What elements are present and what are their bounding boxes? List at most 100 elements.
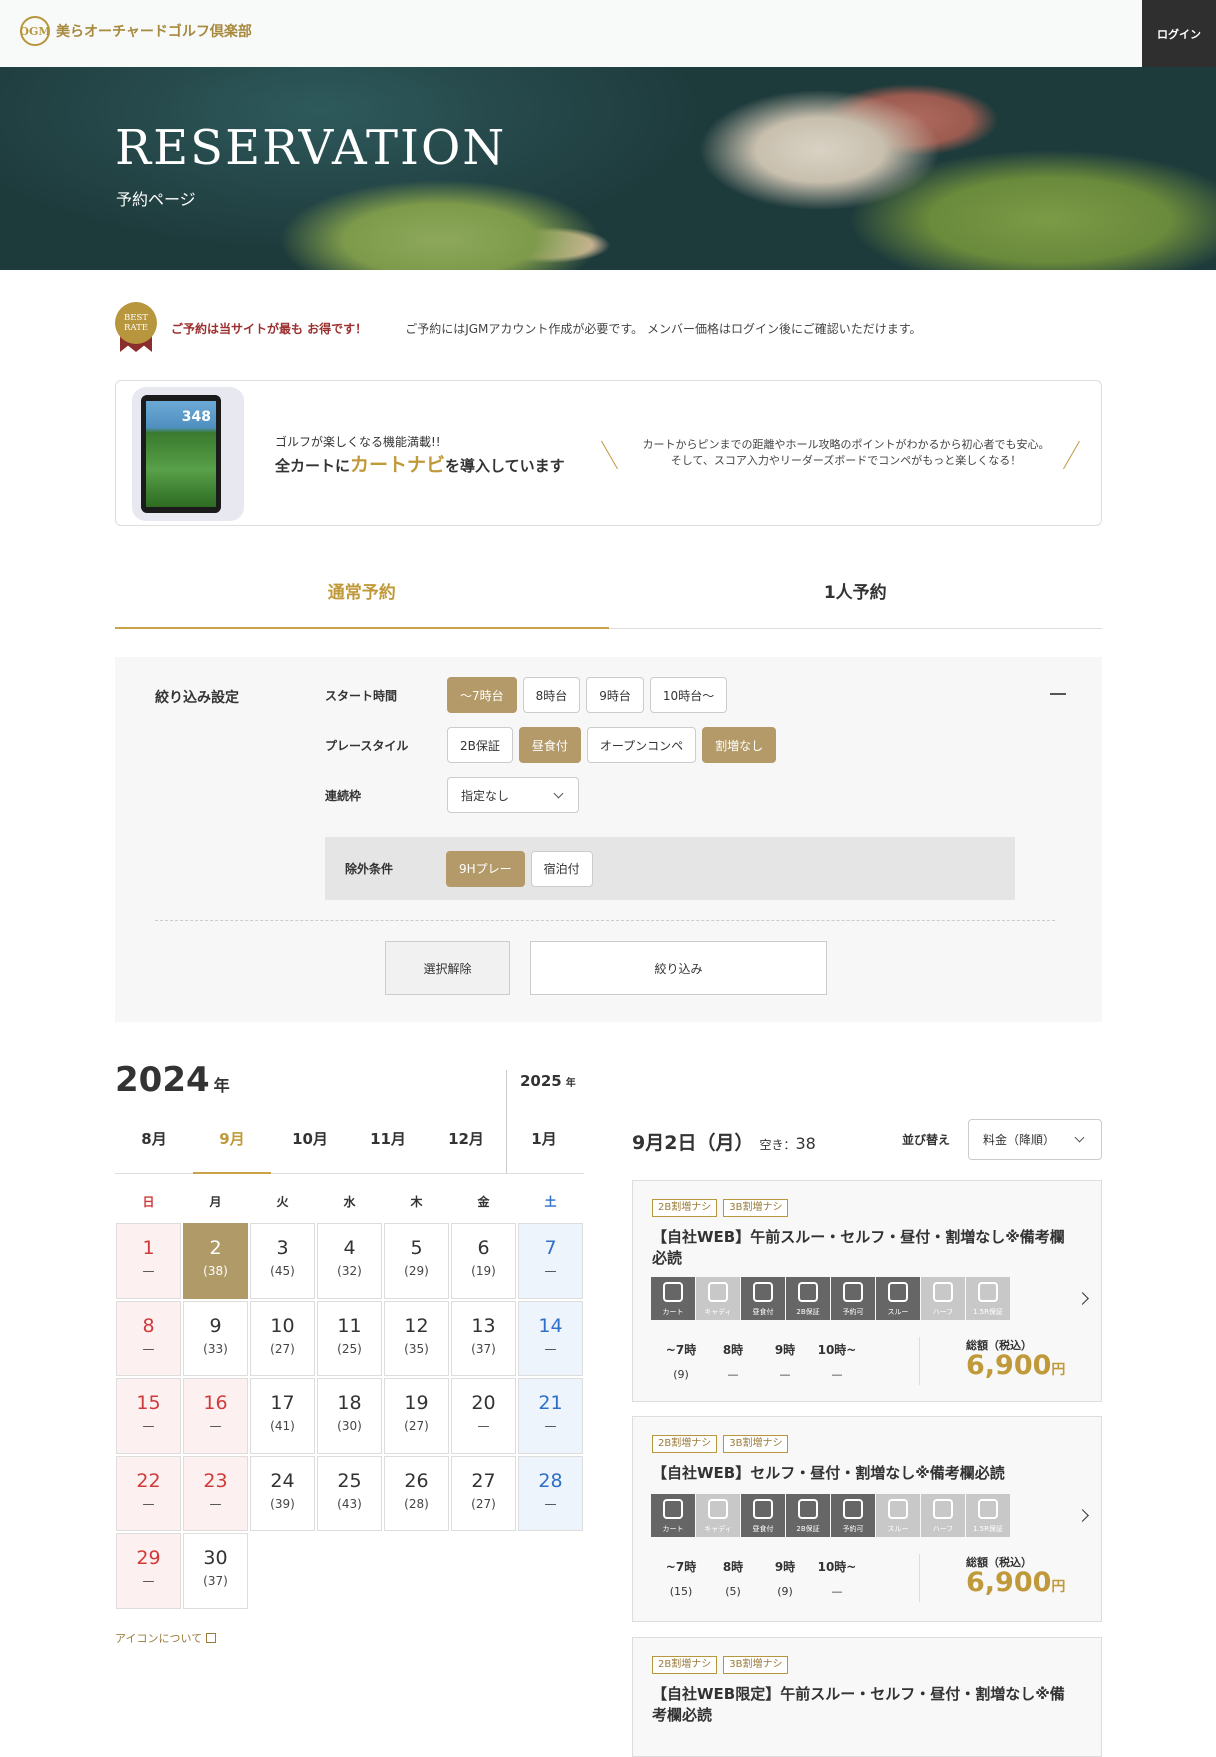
tab-single-reservation[interactable]: 1人予約 [609,574,1103,628]
time-slot-count: (9) [777,1585,793,1598]
best-rate-notice: BEST RATE ご予約は当サイトが最も お得です！ ご予約にはJGMアカウント… [115,302,922,354]
calendar-day[interactable]: 9 (33) [183,1300,248,1376]
calendar-day[interactable]: 6 (19) [451,1223,516,1299]
calendar-day[interactable]: 12 (35) [384,1300,449,1376]
time-slot[interactable]: 9時 (9) [759,1558,811,1598]
plan-feature-icon: 昼食付 [741,1277,785,1320]
calendar-day[interactable]: 26 (28) [384,1455,449,1531]
sort-select[interactable]: 料金（降順） [968,1119,1102,1160]
weekday-label: 火 [276,1195,289,1209]
start-time-chip[interactable]: 8時台 [522,677,581,713]
icon-info-text: アイコンについて [115,1632,203,1645]
play-style-chip[interactable]: 昼食付 [518,727,581,763]
month-tab[interactable]: 11月 [349,1118,427,1173]
time-slot[interactable]: 9時 — [759,1341,811,1381]
month-tab[interactable]: 12月 [427,1118,505,1173]
login-button[interactable]: ログイン [1142,0,1216,67]
day-number: 28 [538,1469,563,1492]
day-number: 5 [410,1237,423,1259]
calendar-day[interactable]: 30 (37) [183,1533,248,1609]
plan-tags: 2B割増ナシ 3B割増ナシ [652,1656,789,1674]
time-slot[interactable]: 10時~ — [811,1341,863,1381]
month-tab[interactable]: 1月 [505,1118,583,1173]
chevron-right-icon[interactable] [1076,1292,1089,1305]
time-slot[interactable]: ~7時 (15) [655,1558,707,1598]
calendar-day[interactable]: 13 (37) [451,1300,516,1376]
chevron-right-icon[interactable] [1076,1509,1089,1522]
selected-day-heading: 9月2日（月） 空き：38 [632,1128,816,1155]
month-tab[interactable]: 9月 [193,1118,271,1174]
calendar-day[interactable]: 11 (25) [317,1300,382,1376]
calendar-day[interactable]: 10 (27) [250,1300,315,1376]
day-availability: (37) [471,1341,496,1356]
time-slot[interactable]: 10時~ — [811,1558,863,1598]
calendar-day[interactable]: 16 — [183,1378,248,1454]
feature-glyph-icon [753,1499,773,1519]
calendar-day[interactable]: 15 — [116,1378,181,1454]
play-style-chip[interactable]: オープンコンペ [586,727,697,763]
apply-filter-button[interactable]: 絞り込み [530,941,827,995]
month-tab[interactable]: 8月 [115,1118,193,1173]
day-availability: — [209,1496,222,1511]
calendar-day[interactable]: 2 (38) [183,1223,248,1299]
calendar-day[interactable]: 22 — [116,1455,181,1531]
site-logo[interactable]: OGM 美らオーチャードゴルフ倶楽部 [19,16,252,46]
calendar-day[interactable]: 21 — [518,1378,583,1454]
calendar-day[interactable]: 3 (45) [250,1223,315,1299]
calendar-day[interactable]: 28 — [518,1455,583,1531]
plan-tag-badge: 2B割増ナシ [652,1199,718,1217]
calendar-day[interactable]: 27 (27) [451,1455,516,1531]
feature-glyph-icon [798,1499,818,1519]
calendar-day[interactable]: 19 (27) [384,1378,449,1454]
feature-label: ハーフ [932,1308,954,1316]
play-style-chip[interactable]: 2B保証 [447,727,513,763]
weekday-label: 金 [477,1195,490,1209]
plan-card[interactable]: 2B割増ナシ 3B割増ナシ 【自社WEB】午前スルー・セルフ・昼付・割増なし※備考欄… [632,1180,1102,1402]
consecutive-select[interactable]: 指定なし [447,777,579,813]
calendar-day[interactable]: 7— [518,1223,583,1299]
month-tab[interactable]: 10月 [271,1118,349,1173]
plan-time-slots: ~7時 (9) 8時 — 9時 — 10時~ — [655,1341,863,1381]
icon-info-link[interactable]: アイコンについて [115,1630,217,1646]
sort-label: 並び替え [902,1133,951,1147]
calendar-day[interactable]: 23 — [183,1455,248,1531]
plan-card[interactable]: 2B割増ナシ 3B割増ナシ 【自社WEB】セルフ・昼付・割増なし※備考欄必読 カート キ… [632,1416,1102,1622]
calendar-day[interactable]: 18 (30) [317,1378,382,1454]
calendar-day[interactable]: 25 (43) [317,1455,382,1531]
plan-card[interactable]: 2B割増ナシ 3B割増ナシ 【自社WEB限定】午前スルー・セルフ・昼付・割増なし※備… [632,1637,1102,1757]
start-time-chip[interactable]: 〜7時台 [447,677,517,713]
day-availability: — [142,1264,155,1278]
calendar-day[interactable]: 5 (29) [384,1223,449,1299]
consecutive-label: 連続枠 [325,788,362,803]
calendar-day[interactable]: 8— [116,1300,181,1376]
exclude-chip[interactable]: 宿泊付 [530,850,593,887]
start-time-chip[interactable]: 10時台〜 [649,677,728,713]
price-value: 6,900 [966,1567,1052,1598]
calendar-day[interactable]: 1— [116,1223,181,1299]
day-availability: (19) [471,1264,496,1278]
time-slot[interactable]: 8時 — [707,1341,759,1381]
day-number: 3 [276,1237,289,1259]
start-time-chip[interactable]: 9時台 [586,677,644,713]
weekday-label: 木 [410,1195,423,1209]
plan-tag-badge: 2B割増ナシ [652,1435,718,1453]
calendar-day[interactable]: 20 — [451,1378,516,1454]
clear-selection-button[interactable]: 選択解除 [385,941,510,995]
feature-glyph-icon [888,1499,908,1519]
day-number: 27 [471,1469,496,1492]
day-availability: (27) [270,1341,295,1356]
collapse-minus-icon[interactable] [1050,693,1066,695]
day-availability: (41) [270,1419,295,1433]
play-style-chip[interactable]: 割増なし [702,727,777,763]
tab-normal-reservation[interactable]: 通常予約 [115,574,609,629]
exclude-chip[interactable]: 9Hプレー [446,850,525,887]
time-slot[interactable]: ~7時 (9) [655,1341,707,1381]
feature-glyph-icon [663,1282,683,1302]
time-slot[interactable]: 8時 (5) [707,1558,759,1598]
calendar-day[interactable]: 24 (39) [250,1455,315,1531]
calendar-day[interactable]: 4 (32) [317,1223,382,1299]
time-slot-label: ~7時 [665,1560,697,1574]
calendar-day[interactable]: 14 — [518,1300,583,1376]
calendar-day[interactable]: 17 (41) [250,1378,315,1454]
calendar-day[interactable]: 29 — [116,1533,181,1609]
